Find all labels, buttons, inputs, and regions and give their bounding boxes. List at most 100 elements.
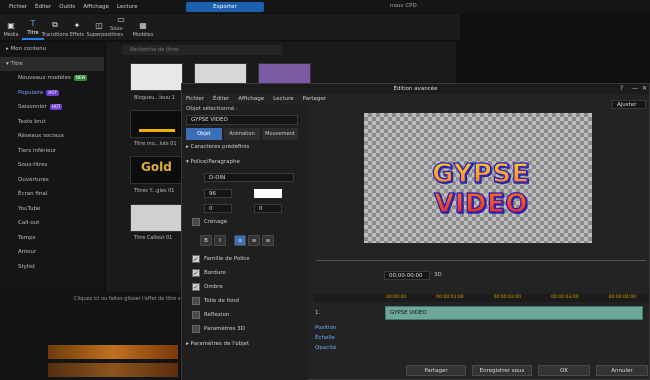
video-track-clip[interactable] <box>48 345 178 359</box>
sidebar-item-stylist[interactable]: Stylist <box>0 260 104 275</box>
help-icon[interactable]: ? <box>620 85 623 92</box>
text-format-buttons: B I ≡ ≡ ≡ <box>200 235 274 246</box>
sidebar-item-popular[interactable]: Populaire HOT <box>0 86 104 101</box>
minimize-icon[interactable]: — <box>632 85 638 92</box>
sidebar-item-my-content[interactable]: ▸ Mon contenu <box>0 42 104 57</box>
option-label: Paramètres 3D <box>204 326 245 332</box>
font-family-checkbox[interactable]: ✓ <box>192 255 200 263</box>
tool-media[interactable]: ▣ Média <box>0 14 22 40</box>
room-toolbar: ▣ Média T Titre ⧉ Transitions ✦ Effets ◫ Supe… <box>0 14 460 40</box>
title-icon: T <box>30 19 36 28</box>
tool-overlay[interactable]: ◫ Superpos. <box>86 14 111 40</box>
tab-animation[interactable]: Animation <box>224 128 260 140</box>
sidebar-item-seasonal[interactable]: Saisonnier HOT <box>0 100 104 115</box>
thumbnail-label: Titre mo...luts 01 <box>134 141 177 147</box>
video-track-clip[interactable] <box>48 363 178 377</box>
font-size-field[interactable]: 96 <box>204 189 232 198</box>
sidebar-item-time[interactable]: Temps <box>0 231 104 246</box>
dlg-menu-view[interactable]: Affichage <box>238 94 264 104</box>
save-as-button[interactable]: Enregistrer sous <box>472 365 532 376</box>
hot-badge: HOT <box>46 89 60 96</box>
align-right-button[interactable]: ≡ <box>262 235 274 246</box>
sidebar-item-youtube[interactable]: YouTube <box>0 202 104 217</box>
tab-motion[interactable]: Mouvement <box>262 128 298 140</box>
gold-thumb-text: Gold <box>141 160 172 174</box>
export-button[interactable]: Exporter <box>186 2 264 12</box>
preview-scrubber[interactable] <box>316 260 646 261</box>
sidebar-item-love[interactable]: Amour <box>0 245 104 260</box>
line-spacing-field[interactable]: 0 <box>204 204 232 213</box>
option-label: Ombre <box>204 284 223 290</box>
title-clip-track[interactable]: GYPSE VIDEO <box>385 306 643 320</box>
effects-icon: ✦ <box>73 21 81 30</box>
property-tabs: Objet Animation Mouvement <box>186 128 298 140</box>
align-left-button[interactable]: ≡ <box>234 235 246 246</box>
ok-button[interactable]: OK <box>538 365 590 376</box>
zoom-dropdown[interactable]: Ajuster <box>612 100 646 109</box>
tool-subtitles[interactable]: ▭ Sous-titres <box>110 14 132 40</box>
sidebar-item-new-templates[interactable]: Nouveaux modèles NEW <box>0 71 104 86</box>
tool-transitions[interactable]: ⧉ Transitions <box>42 14 69 40</box>
keyframe-scale[interactable]: Échelle <box>315 335 335 341</box>
dlg-menu-playback[interactable]: Lecture <box>273 94 294 104</box>
sidebar-item-lower-third[interactable]: Tiers inférieur <box>0 144 104 159</box>
main-menu-bar: Fichier Éditer Outils Affichage Lecture … <box>0 0 650 13</box>
title-thumbnail[interactable] <box>130 63 183 91</box>
italic-button[interactable]: I <box>214 235 226 246</box>
font-color-swatch[interactable] <box>254 189 282 198</box>
tool-templates[interactable]: ▦ Modèles <box>132 14 154 40</box>
section-presets[interactable]: ▸ Caractères prédéfinis <box>186 144 249 150</box>
menu-view[interactable]: Affichage <box>83 4 109 10</box>
keyframe-position[interactable]: Position <box>315 325 336 331</box>
selected-object-field[interactable]: GYPSE VIDEO <box>186 115 298 125</box>
sidebar-item-openings[interactable]: Ouvertures <box>0 173 104 188</box>
menu-file[interactable]: Fichier <box>9 4 27 10</box>
subtitles-icon: ▭ <box>117 15 125 24</box>
kerning-label: Crénage <box>204 219 228 225</box>
title-thumbnail[interactable] <box>130 204 183 232</box>
sidebar-item-social[interactable]: Réseaux sociaux <box>0 129 104 144</box>
char-spacing-field[interactable]: 0 <box>254 204 282 213</box>
section-font-paragraph[interactable]: ▾ Police/Paragraphe <box>186 159 240 165</box>
object-properties-panel: Objet sélectionné : GYPSE VIDEO Objet An… <box>182 104 308 380</box>
sidebar-item-title[interactable]: ▾ Titre <box>0 56 104 71</box>
title-thumbnail[interactable]: Gold <box>130 156 183 184</box>
shadow-checkbox[interactable]: ✓ <box>192 283 200 291</box>
bold-button[interactable]: B <box>200 235 212 246</box>
section-object-params[interactable]: ▸ Paramètres de l'objet <box>186 341 249 347</box>
font-dropdown[interactable]: D-DIN <box>204 173 294 182</box>
search-input[interactable]: Recherche de titres <box>122 45 282 55</box>
share-button[interactable]: Partager <box>406 365 466 376</box>
menu-playback[interactable]: Lecture <box>117 4 138 10</box>
tab-object[interactable]: Objet <box>186 128 222 140</box>
media-icon: ▣ <box>7 21 15 30</box>
3d-settings-checkbox[interactable] <box>192 325 200 333</box>
3d-mode-toggle[interactable]: 3D <box>434 272 442 278</box>
align-center-button[interactable]: ≡ <box>248 235 260 246</box>
sidebar-item-plain-text[interactable]: Texte brut <box>0 115 104 130</box>
menu-tools[interactable]: Outils <box>59 4 75 10</box>
selected-object-label: Objet sélectionné : <box>186 106 238 112</box>
sidebar-item-subtitles[interactable]: Sous-titres <box>0 158 104 173</box>
tool-effects[interactable]: ✦ Effets <box>66 14 88 40</box>
new-badge: NEW <box>73 75 88 81</box>
backdrop-checkbox[interactable] <box>192 297 200 305</box>
dialog-menu-bar: Fichier Éditer Affichage Lecture Partage… <box>182 94 649 104</box>
timecode-field[interactable]: 00:00:00:00 <box>384 271 430 280</box>
title-thumbnail[interactable] <box>130 110 183 138</box>
kerning-checkbox[interactable] <box>192 218 200 226</box>
reflection-checkbox[interactable] <box>192 311 200 319</box>
dlg-menu-file[interactable]: Fichier <box>186 94 204 104</box>
option-label: Bordure <box>204 270 226 276</box>
dlg-menu-share[interactable]: Partager <box>303 94 326 104</box>
keyframe-opacity[interactable]: Opacité <box>315 345 336 351</box>
sidebar-item-callout[interactable]: Call-out <box>0 216 104 231</box>
dlg-menu-edit[interactable]: Éditer <box>213 94 229 104</box>
menu-edit[interactable]: Éditer <box>35 4 51 10</box>
border-checkbox[interactable]: ✓ <box>192 269 200 277</box>
sidebar-item-end-screen[interactable]: Écran final <box>0 187 104 202</box>
cancel-button[interactable]: Annuler <box>596 365 648 376</box>
preview-title-text[interactable]: GYPSE VIDEO <box>392 158 570 219</box>
close-icon[interactable]: ✕ <box>642 85 647 92</box>
title-preview-canvas[interactable]: GYPSE VIDEO <box>364 113 592 243</box>
